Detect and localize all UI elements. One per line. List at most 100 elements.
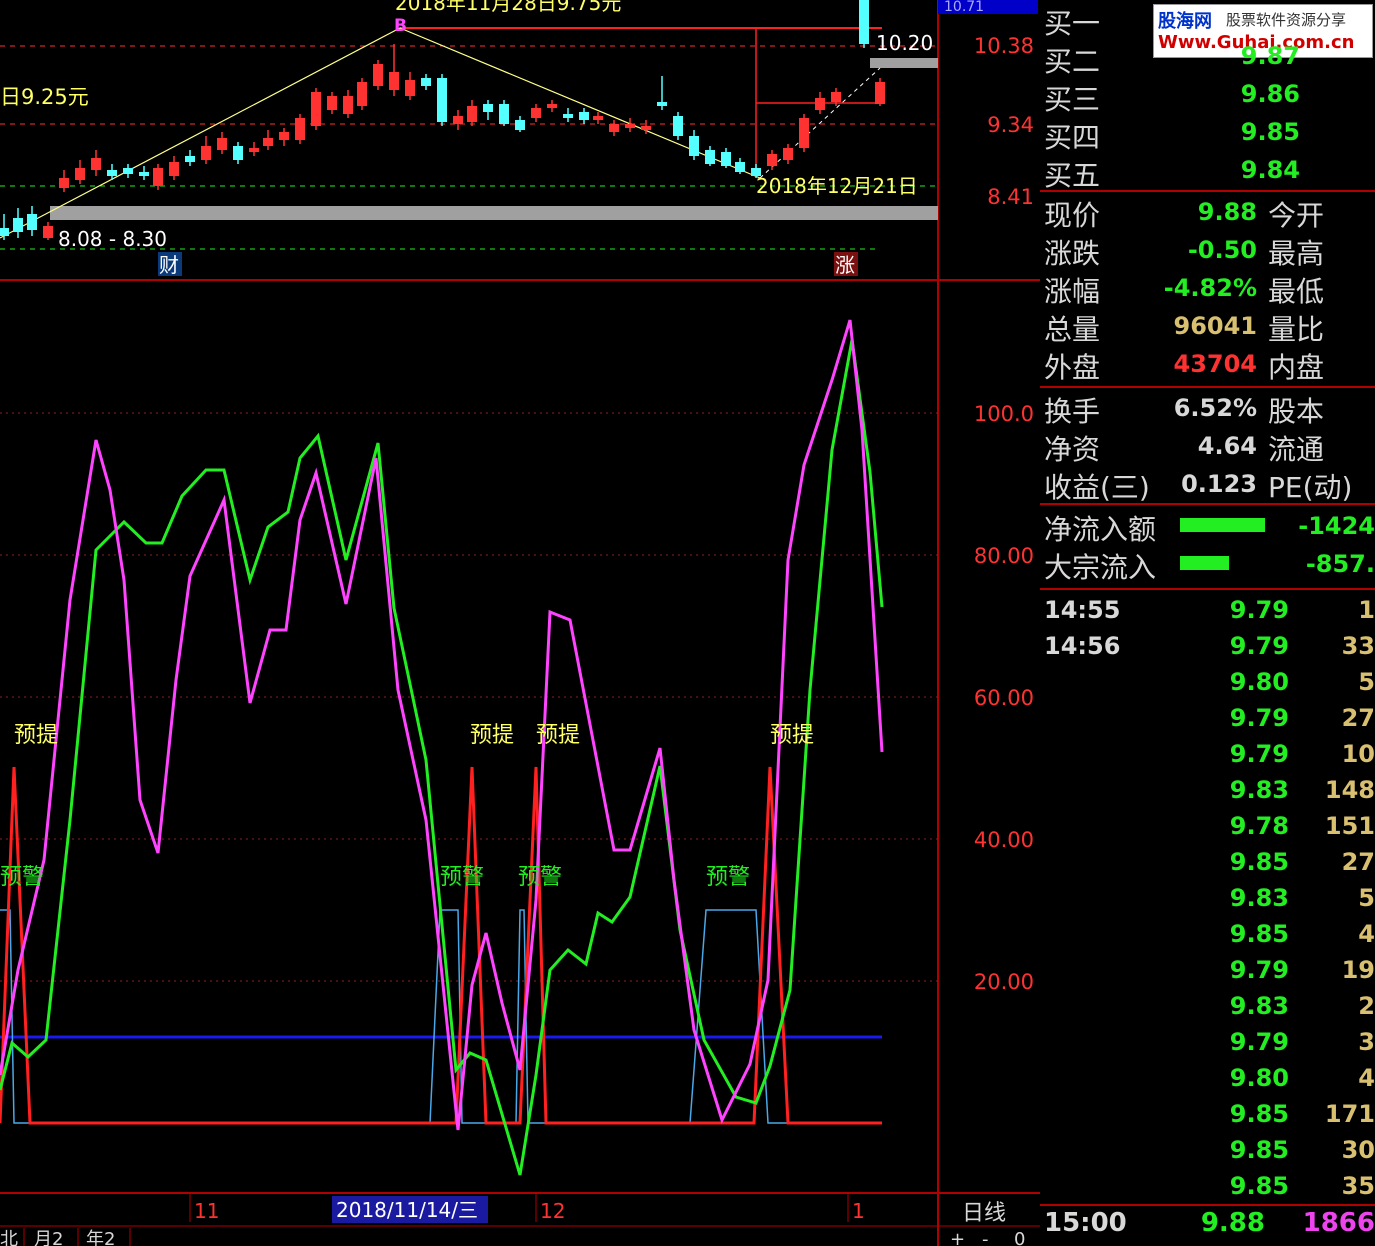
candle [767, 150, 777, 170]
tick-vol: 148 [1324, 776, 1375, 804]
tick-price: 9.85 [1229, 920, 1289, 948]
peak-marker: B [394, 16, 407, 36]
stat-label-2: 内盘 [1268, 351, 1325, 384]
tick-price: 9.79 [1229, 740, 1289, 768]
tick-row: 9.80 5 [1040, 666, 1375, 702]
bottom-tab[interactable]: 年2 [86, 1229, 115, 1246]
tick-vol: 1 [1358, 596, 1375, 624]
badge-fin[interactable]: 财 [159, 253, 179, 277]
last-tick-row: 15:00 9.88 1866 [1040, 1208, 1375, 1244]
stat-value: 96041 [1173, 312, 1258, 340]
candle [515, 116, 525, 132]
candle [279, 128, 289, 146]
period-label[interactable]: 日线 [962, 1201, 1006, 1226]
badge-up[interactable]: 涨 [835, 253, 855, 277]
flow-value: -1424 [1298, 512, 1375, 540]
tick-price: 9.78 [1229, 812, 1289, 840]
tick-price: 9.80 [1229, 668, 1289, 696]
tick-row: 9.85 27 [1040, 846, 1375, 882]
tick-row: 9.79 27 [1040, 702, 1375, 738]
flow-value: -857. [1305, 550, 1375, 578]
stat-row: 净资 4.64 流通 [1040, 428, 1375, 466]
stat-row: 现价 9.88 今开 [1040, 194, 1375, 232]
tick-row: 9.79 3 [1040, 1026, 1375, 1062]
stat-label: 收益(三) [1044, 471, 1150, 504]
tick-vol: 3 [1358, 1028, 1375, 1056]
stat-value: 9.88 [1197, 198, 1257, 226]
tick-vol: 35 [1341, 1172, 1375, 1200]
candle [217, 132, 227, 154]
flow-bar [1180, 518, 1265, 532]
tick-price: 9.83 [1229, 776, 1289, 804]
bid-label: 买五 [1044, 159, 1101, 192]
axis-month-12: 12 [540, 1199, 565, 1223]
stat-label-2: 股本 [1268, 395, 1325, 428]
warning-label: 预警 [518, 865, 562, 890]
tick-row: 9.83 2 [1040, 990, 1375, 1026]
tick-vol: 5 [1358, 884, 1375, 912]
candle [75, 160, 85, 184]
indicator-tick: 80.00 [974, 544, 1034, 568]
candle [139, 166, 149, 180]
signal-label: 预提 [470, 723, 514, 748]
warning-label: 预警 [440, 865, 484, 890]
bid-price: 9.84 [1240, 156, 1300, 184]
bottom-tab[interactable]: 北 [0, 1229, 18, 1246]
candle [59, 170, 69, 192]
candle [91, 150, 101, 176]
candle [657, 76, 667, 110]
candle [249, 142, 259, 156]
flow-bar [1180, 556, 1229, 570]
tick-row: 9.85 4 [1040, 918, 1375, 954]
stat-value: 6.52% [1173, 394, 1257, 422]
bottom-tab[interactable]: 月2 [34, 1229, 63, 1246]
bid-label: 买四 [1044, 121, 1101, 154]
tick-vol: 5 [1358, 668, 1375, 696]
candle [799, 114, 809, 152]
tick-price: 9.85 [1229, 1172, 1289, 1200]
indicator-tick: 20.00 [974, 970, 1034, 994]
candle [405, 72, 415, 100]
candle [705, 146, 715, 166]
stat-value: -4.82% [1163, 274, 1257, 302]
tick-row: 14:56 9.79 33 [1040, 630, 1375, 666]
stat-value: 43704 [1173, 350, 1258, 378]
candle [13, 208, 23, 238]
high-annotation: 2018年11月28日9.75元 [395, 0, 621, 15]
candle [0, 214, 9, 240]
candlesticks [0, 0, 885, 240]
bid-label: 买一 [1044, 7, 1101, 40]
candle [453, 110, 463, 130]
candle [373, 60, 383, 90]
candle [563, 108, 573, 122]
candle [123, 164, 133, 178]
candle [311, 88, 321, 130]
candle [185, 150, 195, 166]
candle [499, 100, 509, 126]
bid-price: 9.85 [1240, 118, 1300, 146]
tick-time: 14:56 [1044, 632, 1121, 660]
stat-row: 外盘 43704 内盘 [1040, 346, 1375, 384]
candle [483, 100, 493, 120]
quote-panel: 买一 买二 9.87 买三 9.86 买四 9.85 买五 9.84 现价 9.88 今开 涨跌 -0.… [1040, 0, 1375, 1246]
stat-row: 涨幅 -4.82% 最低 [1040, 270, 1375, 308]
tick-price: 9.79 [1229, 956, 1289, 984]
warning-label: 预警 [706, 865, 750, 890]
candle [27, 206, 37, 236]
tick-price: 9.83 [1229, 884, 1289, 912]
zoom-out-button[interactable]: - [982, 1229, 989, 1246]
candle [263, 130, 273, 150]
candle [327, 92, 337, 114]
price-tick: 10.38 [974, 34, 1034, 58]
tick-row: 9.80 4 [1040, 1062, 1375, 1098]
candle [295, 114, 305, 144]
candle [625, 118, 635, 132]
zoom-in-button[interactable]: + [950, 1229, 965, 1246]
candle [673, 112, 683, 140]
axis-month-1: 1 [852, 1199, 865, 1223]
kline-chart[interactable]: 10.71 10.20 B 2018年11月28日9.75元 2018年12月2… [0, 0, 1040, 1246]
zoom-reset-button[interactable]: 0 [1014, 1229, 1025, 1246]
stat-row: 收益(三) 0.123 PE(动) [1040, 466, 1375, 504]
tick-vol: 19 [1341, 956, 1375, 984]
flow-label: 净流入额 [1044, 513, 1157, 546]
